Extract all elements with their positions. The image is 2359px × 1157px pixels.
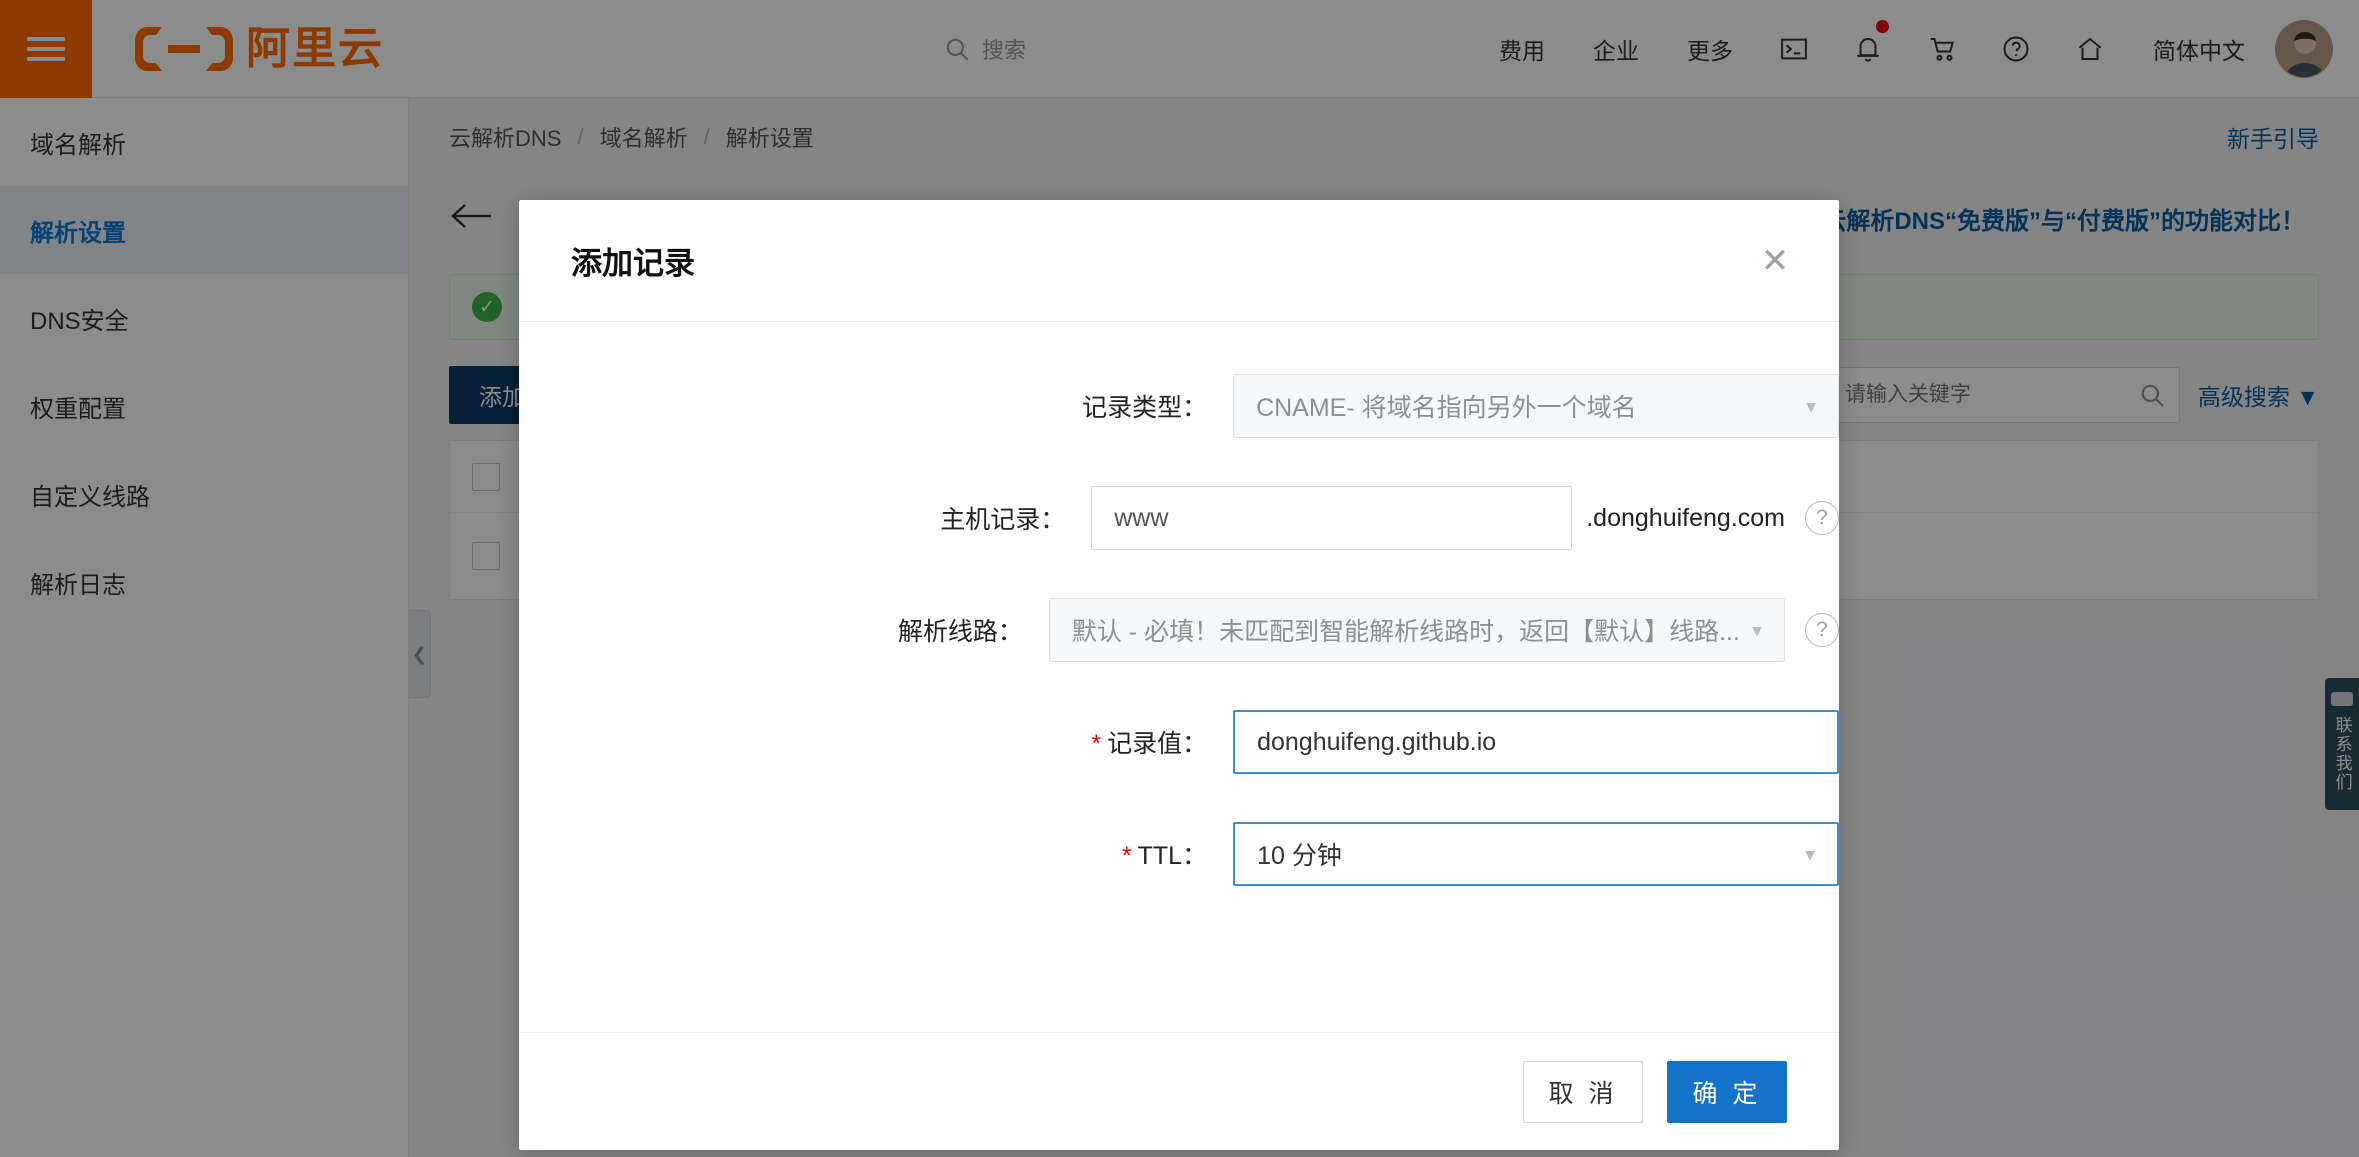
- dialog-footer: 取 消 确 定: [519, 1032, 1839, 1150]
- required-marker: *: [1121, 842, 1132, 870]
- resolve-line-field[interactable]: 默认 - 必填！未匹配到智能解析线路时，返回【默认】线路... ▾: [1048, 598, 1785, 662]
- confirm-button[interactable]: 确 定: [1667, 1060, 1787, 1123]
- record-type-value: CNAME- 将域名指向另外一个域名: [1256, 394, 1637, 422]
- form-row-resolve-line: 解析线路： 默认 - 必填！未匹配到智能解析线路时，返回【默认】线路... ▾ …: [519, 598, 1839, 662]
- close-icon[interactable]: ✕: [1755, 241, 1795, 281]
- add-record-dialog: 添加记录 ✕ 记录类型： CNAME- 将域名指向另外一个域名 ▾ 主机记录： …: [519, 200, 1839, 1150]
- ttl-label: * TTL：: [519, 836, 1233, 872]
- record-value-input[interactable]: donghuifeng.github.io: [1233, 710, 1839, 774]
- host-record-value: www: [1114, 503, 1169, 532]
- chevron-down-icon: ▾: [1751, 619, 1762, 642]
- record-value-label-text: 记录值：: [1107, 730, 1208, 758]
- record-type-field[interactable]: CNAME- 将域名指向另外一个域名 ▾: [1233, 374, 1839, 438]
- help-icon[interactable]: ?: [1805, 501, 1839, 535]
- form-row-record-type: 记录类型： CNAME- 将域名指向另外一个域名 ▾: [519, 374, 1839, 438]
- ttl-field[interactable]: 10 分钟 ▾: [1233, 822, 1839, 886]
- record-value-text: donghuifeng.github.io: [1257, 727, 1497, 756]
- form-row-host-record: 主机记录： www .donghuifeng.com ?: [519, 486, 1839, 550]
- record-type-label: 记录类型：: [1082, 394, 1208, 422]
- help-icon[interactable]: ?: [1805, 613, 1839, 647]
- chevron-down-icon: ▾: [1804, 843, 1815, 866]
- cancel-button[interactable]: 取 消: [1523, 1060, 1643, 1123]
- host-record-field[interactable]: www: [1091, 486, 1573, 550]
- record-value-field[interactable]: donghuifeng.github.io: [1233, 710, 1839, 774]
- ttl-select[interactable]: 10 分钟 ▾: [1233, 822, 1839, 886]
- form-row-ttl: * TTL： 10 分钟 ▾: [519, 822, 1839, 886]
- resolve-line-value: 默认 - 必填！未匹配到智能解析线路时，返回【默认】线路...: [1071, 618, 1740, 646]
- ttl-value: 10 分钟: [1257, 842, 1342, 870]
- resolve-line-select[interactable]: 默认 - 必填！未匹配到智能解析线路时，返回【默认】线路... ▾: [1048, 598, 1785, 662]
- ttl-label-text: TTL：: [1137, 842, 1208, 870]
- record-type-select[interactable]: CNAME- 将域名指向另外一个域名 ▾: [1233, 374, 1839, 438]
- dialog-header: 添加记录 ✕: [519, 200, 1839, 322]
- host-record-label: 主机记录：: [940, 506, 1066, 534]
- host-record-input[interactable]: www: [1091, 486, 1573, 550]
- record-value-label: * 记录值：: [519, 724, 1233, 760]
- dialog-body: 记录类型： CNAME- 将域名指向另外一个域名 ▾ 主机记录： www .do…: [519, 322, 1839, 1032]
- domain-suffix-label: .donghuifeng.com: [1586, 503, 1785, 532]
- chevron-down-icon: ▾: [1805, 395, 1816, 418]
- dialog-title: 添加记录: [571, 246, 695, 281]
- form-row-record-value: * 记录值： donghuifeng.github.io: [519, 710, 1839, 774]
- resolve-line-label: 解析线路：: [897, 618, 1023, 646]
- required-marker: *: [1091, 730, 1102, 758]
